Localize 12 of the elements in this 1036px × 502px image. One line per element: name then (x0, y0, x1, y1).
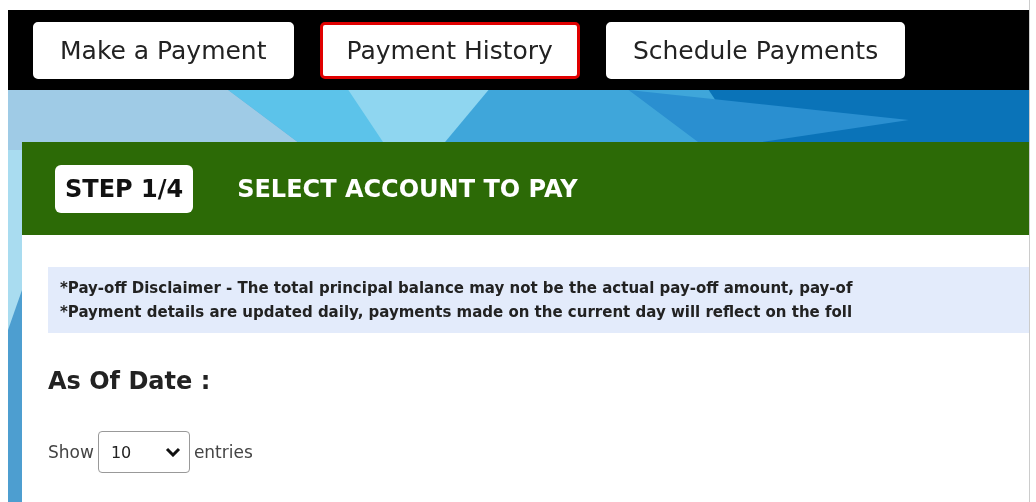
as-of-date-label: As Of Date : (48, 367, 211, 395)
disclaimer-text: *Payment details are updated daily, payments made on the current day will reflect on the foll (60, 303, 854, 321)
step-title: SELECT ACCOUNT TO PAY (237, 174, 578, 203)
show-label: Show (48, 442, 94, 462)
chevron-icon (164, 447, 181, 457)
nav-tab[interactable]: Payment History (319, 21, 580, 79)
nav-tab[interactable]: Schedule Payments (605, 21, 906, 79)
step-badge: STEP 1/4 (55, 164, 194, 213)
entries-label: entries (193, 442, 253, 462)
entries-select[interactable]: 10 (97, 431, 190, 473)
nav-tab[interactable]: Make a Payment (33, 21, 294, 79)
disclaimer-text: *Pay-off Disclaimer - The total principal balance may not be the actual pay-off amount, pay-of (60, 279, 854, 297)
